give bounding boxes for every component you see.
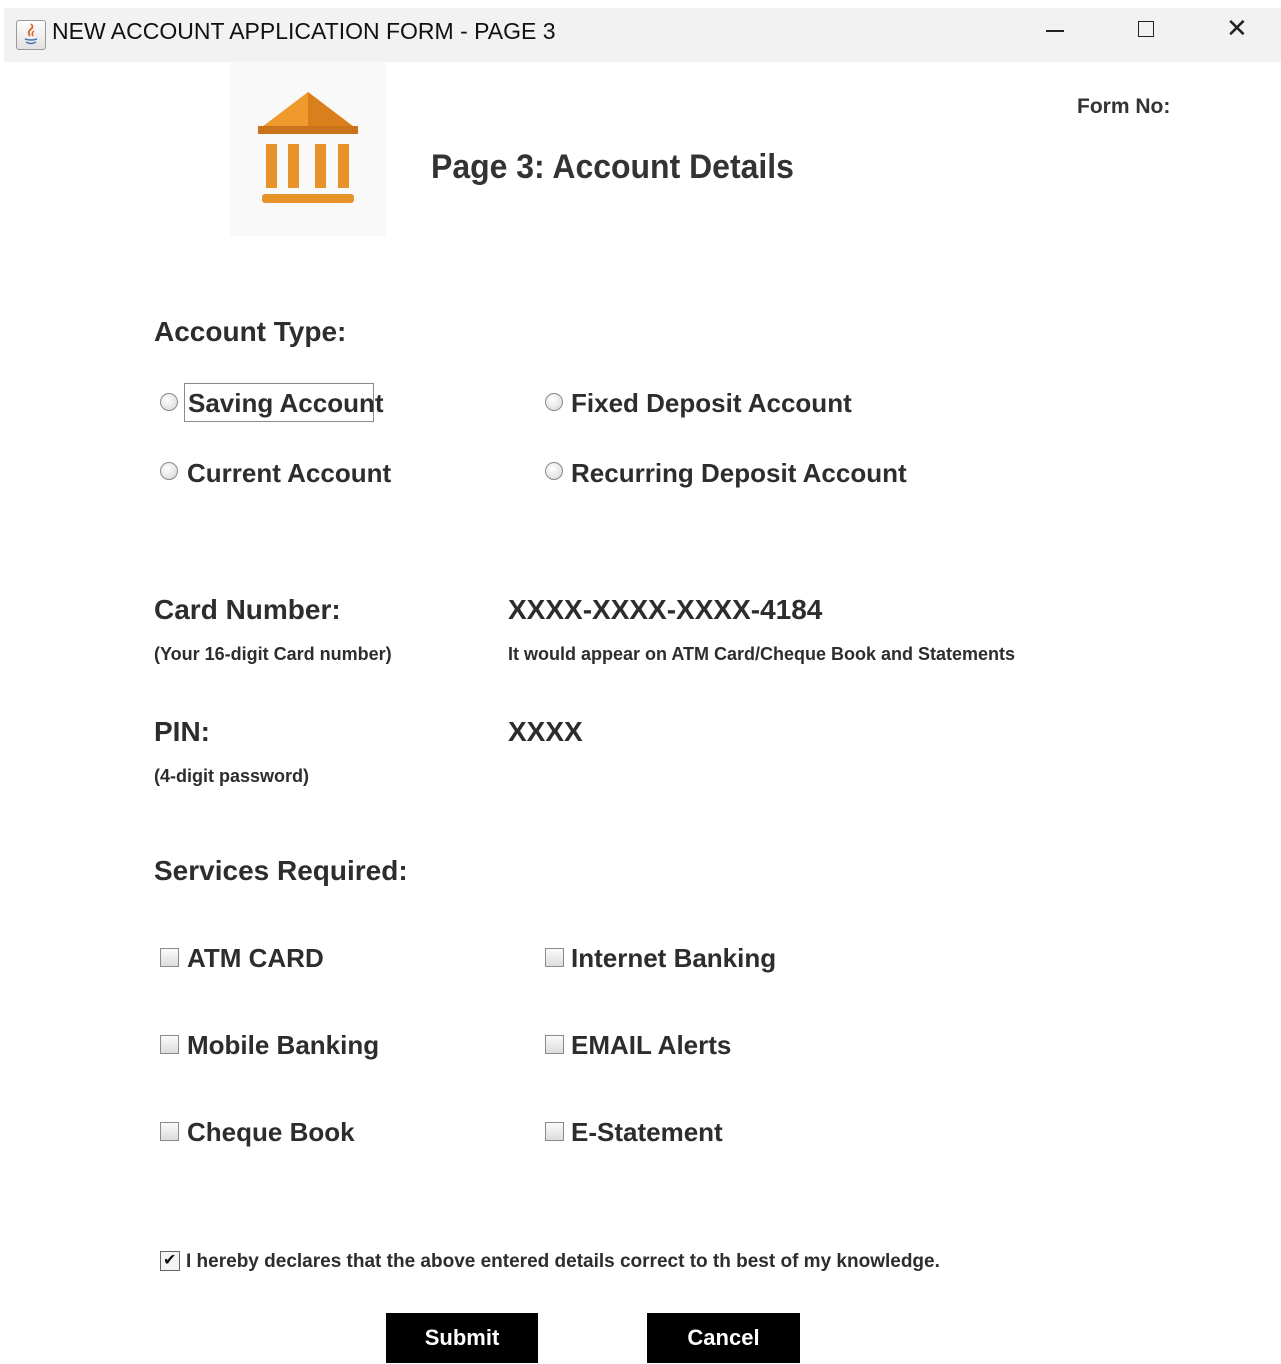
close-icon: ✕ [1226,14,1248,44]
mobile-banking-label[interactable]: Mobile Banking [187,1030,379,1061]
declaration-checkbox[interactable]: ✔ [160,1250,180,1271]
pin-label: PIN: [154,716,210,747]
account-type-heading: Account Type: [154,316,347,347]
submit-button[interactable]: Submit [386,1313,538,1363]
email-alerts-label[interactable]: EMAIL Alerts [571,1030,731,1061]
pin-hint: (4-digit password) [154,766,310,786]
window-title: NEW ACCOUNT APPLICATION FORM - PAGE 3 [52,18,556,44]
close-button[interactable]: ✕ [1200,8,1270,54]
cheque-book-label[interactable]: Cheque Book [187,1117,355,1148]
bank-logo [230,62,386,236]
card-number-note: It would appear on ATM Card/Cheque Book … [508,644,1016,664]
fixed-deposit-radio[interactable] [545,393,563,411]
services-heading: Services Required: [154,855,408,886]
card-number-hint: (Your 16-digit Card number) [154,644,392,664]
cancel-button[interactable]: Cancel [647,1313,800,1363]
current-account-label[interactable]: Current Account [187,458,391,489]
atm-card-checkbox[interactable] [160,948,179,967]
recurring-deposit-label[interactable]: Recurring Deposit Account [571,458,907,489]
saving-account-label[interactable]: Saving Account [188,388,384,419]
form-no-label: Form No: [1077,95,1171,118]
current-account-radio[interactable] [160,462,178,480]
card-number-label: Card Number: [154,594,341,625]
atm-card-label[interactable]: ATM CARD [187,943,324,974]
title-bar: NEW ACCOUNT APPLICATION FORM - PAGE 3 ✕ [4,8,1281,62]
internet-banking-checkbox[interactable] [545,948,564,967]
e-statement-label[interactable]: E-Statement [571,1117,723,1148]
maximize-button[interactable] [1110,8,1180,54]
page-title: Page 3: Account Details [431,148,794,186]
mobile-banking-checkbox[interactable] [160,1035,179,1054]
internet-banking-label[interactable]: Internet Banking [571,943,776,974]
java-app-icon [16,20,46,50]
pin-value: XXXX [508,716,583,747]
cheque-book-checkbox[interactable] [160,1122,179,1141]
card-number-value: XXXX-XXXX-XXXX-4184 [508,594,823,625]
recurring-deposit-radio[interactable] [545,462,563,480]
fixed-deposit-label[interactable]: Fixed Deposit Account [571,388,852,419]
saving-account-radio[interactable] [160,393,178,411]
declaration-text[interactable]: I hereby declares that the above entered… [186,1251,940,1273]
bank-building-icon [258,92,358,203]
e-statement-checkbox[interactable] [545,1122,564,1141]
minimize-button[interactable] [1020,8,1090,54]
email-alerts-checkbox[interactable] [545,1035,564,1054]
checkmark-icon: ✔ [163,1250,177,1269]
